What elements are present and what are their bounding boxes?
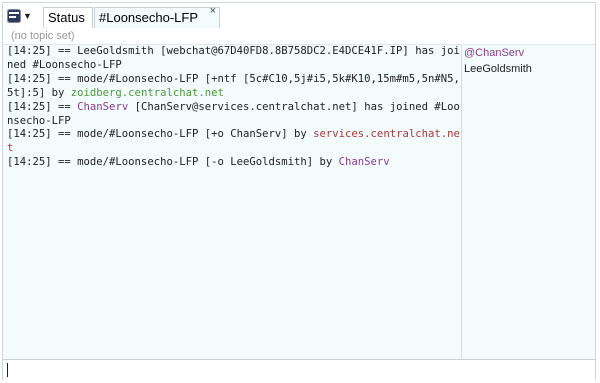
topic-bar: (no topic set) (3, 29, 595, 45)
message-line: [14:25] == mode/#Loonsecho-LFP [+ntf [5c… (7, 73, 461, 101)
user-list-item[interactable]: LeeGoldsmith (464, 61, 596, 77)
message-line: [14:25] == mode/#Loonsecho-LFP [+o ChanS… (7, 128, 461, 156)
user-list[interactable]: @ChanServ LeeGoldsmith (463, 45, 596, 359)
input-bar (3, 359, 595, 380)
message-nick[interactable]: ChanServ (339, 156, 390, 168)
irc-app-icon (7, 9, 21, 23)
message-nick[interactable]: ChanServ (77, 101, 128, 113)
tab-channel-label: #Loonsecho-LFP (99, 10, 199, 25)
message-text: [14:25] == mode/#Loonsecho-LFP [-o LeeGo… (7, 156, 339, 169)
chevron-down-icon: ▼ (23, 11, 32, 21)
tab-status[interactable]: Status (43, 7, 93, 28)
message-line: [14:25] == LeeGoldsmith [webchat@67D40FD… (7, 45, 461, 73)
message-log[interactable]: [14:25] == LeeGoldsmith [webchat@67D40FD… (3, 45, 462, 359)
tab-status-label: Status (48, 10, 85, 25)
message-text: [14:25] == mode/#Loonsecho-LFP [+o ChanS… (7, 128, 314, 141)
tab-bar: ▼ Status #Loonsecho-LFP × (3, 3, 595, 30)
user-list-item[interactable]: @ChanServ (464, 45, 596, 61)
tab-channel[interactable]: #Loonsecho-LFP × (94, 5, 220, 28)
app-menu-button[interactable]: ▼ (7, 8, 37, 24)
message-text: [14:25] == LeeGoldsmith [webchat@67D40FD… (7, 45, 460, 71)
message-line: [14:25] == ChanServ [ChanServ@services.c… (7, 101, 461, 129)
close-icon[interactable]: × (210, 5, 216, 17)
message-line: [14:25] == mode/#Loonsecho-LFP [-o LeeGo… (7, 156, 461, 170)
irc-window: ▼ Status #Loonsecho-LFP × (no topic set)… (2, 2, 596, 380)
message-text: [14:25] == (7, 100, 78, 113)
topic-text: (no topic set) (11, 30, 75, 42)
message-nick[interactable]: zoidberg.centralchat.net (71, 87, 224, 99)
message-input[interactable] (5, 361, 595, 378)
